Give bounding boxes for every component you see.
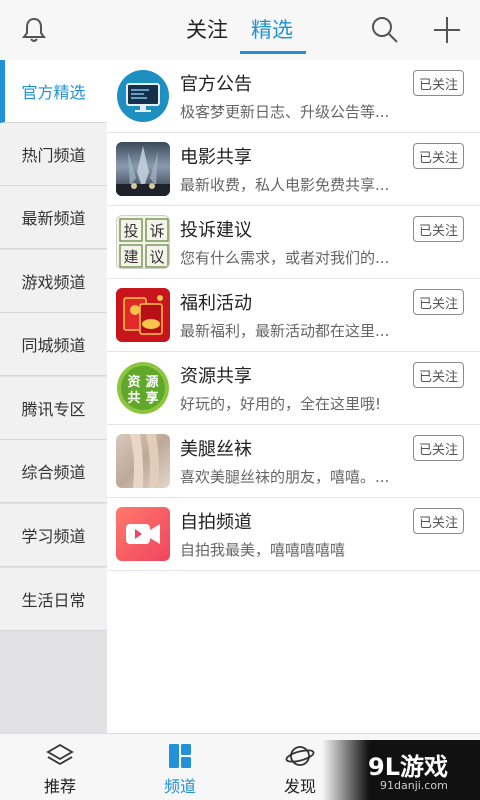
sidebar-item-local[interactable]: 同城频道 [0,313,107,376]
list-item[interactable]: 资 源 共 享 资源共享 好玩的，好用的，全在这里哦! 已关注 [107,352,480,425]
resource-share-thumbnail: 资 源 共 享 [116,361,170,415]
followed-button[interactable]: 已关注 [413,143,464,169]
nav-label: 频道 [163,777,196,796]
followed-button[interactable]: 已关注 [413,435,464,461]
watermark-logo-text: 9L游戏 [368,753,448,781]
sidebar-item-hot[interactable]: 热门频道 [0,123,107,186]
channel-title: 电影共享 [180,147,252,168]
nav-recommend[interactable]: 推荐 [20,734,100,800]
red-envelope-thumbnail [116,288,170,342]
channel-description: 最新福利，最新活动都在这里... [180,322,390,340]
sidebar-item-daily-life[interactable]: 生活日常 [0,568,107,631]
list-item[interactable]: 自拍频道 自拍我最美，嘻嘻嘻嘻嘻 已关注 [107,498,480,571]
list-item[interactable]: 投 诉 建 议 投诉建议 您有什么需求，或者对我们的... 已关注 [107,206,480,279]
bell-icon[interactable] [18,14,50,46]
list-item[interactable]: 美腿丝袜 喜欢美腿丝袜的朋友，嘻嘻。... 已关注 [107,425,480,498]
followed-button[interactable]: 已关注 [413,70,464,96]
search-icon[interactable] [368,13,402,47]
layers-icon [46,743,74,766]
channel-title: 福利活动 [180,293,252,314]
followed-button[interactable]: 已关注 [413,216,464,242]
tab-selected[interactable]: 精选 [251,14,293,44]
channel-title: 投诉建议 [180,220,252,241]
channel-description: 好玩的，好用的，全在这里哦! [180,395,382,413]
planet-icon [285,746,315,766]
plus-icon[interactable] [430,13,464,47]
followed-button[interactable]: 已关注 [413,508,464,534]
sidebar-item-games[interactable]: 游戏频道 [0,250,107,313]
channel-title: 资源共享 [180,366,252,387]
list-item[interactable]: 官方公告 极客梦更新日志、升级公告等... 已关注 [107,60,480,133]
thumb-char: 诉 [149,222,164,240]
followed-button[interactable]: 已关注 [413,362,464,388]
thumb-char: 源 [145,374,158,390]
sidebar-item-study[interactable]: 学习频道 [0,504,107,567]
channel-title: 自拍频道 [180,512,252,533]
channel-description: 极客梦更新日志、升级公告等... [180,103,390,121]
thumb-char: 资 [127,374,140,390]
channel-list: 官方公告 极客梦更新日志、升级公告等... 已关注 电影共享 最新收费，私人电影… [107,60,480,733]
thumb-char: 议 [149,248,164,266]
tab-follow[interactable]: 关注 [186,14,228,44]
thumb-char: 投 [123,222,138,240]
complaint-thumbnail: 投 诉 建 议 [116,215,170,269]
list-item[interactable]: 福利活动 最新福利，最新活动都在这里... 已关注 [107,279,480,352]
sidebar-item-official[interactable]: 官方精选 [0,60,107,123]
active-tab-indicator [240,51,306,54]
channel-title: 官方公告 [180,74,252,95]
nav-label: 推荐 [43,777,76,796]
watermark-url: 91danji.com [380,779,448,792]
movie-poster-thumbnail [116,142,170,196]
channel-title: 美腿丝袜 [180,439,252,460]
category-sidebar: 官方精选 热门频道 最新频道 游戏频道 同城频道 腾讯专区 综合频道 学习频道 … [0,60,107,733]
sidebar-item-newest[interactable]: 最新频道 [0,186,107,249]
list-item[interactable]: 电影共享 最新收费，私人电影免费共享... 已关注 [107,133,480,206]
nav-channels[interactable]: 频道 [140,734,220,800]
sidebar-item-tencent[interactable]: 腾讯专区 [0,377,107,440]
thumb-char: 共 [127,390,140,406]
followed-button[interactable]: 已关注 [413,289,464,315]
monitor-icon [116,69,170,123]
thumb-char: 享 [145,390,158,406]
photo-thumbnail [116,434,170,488]
sidebar-item-general[interactable]: 综合频道 [0,440,107,503]
top-bar: 关注 精选 [0,0,480,60]
channel-description: 喜欢美腿丝袜的朋友，嘻嘻。... [180,468,390,486]
channel-description: 最新收费，私人电影免费共享... [180,176,390,194]
video-camera-icon [116,507,170,561]
grid-icon [169,744,191,768]
thumb-char: 建 [123,248,138,266]
channel-description: 您有什么需求，或者对我们的... [180,249,390,267]
channel-description: 自拍我最美，嘻嘻嘻嘻嘻 [180,541,346,559]
